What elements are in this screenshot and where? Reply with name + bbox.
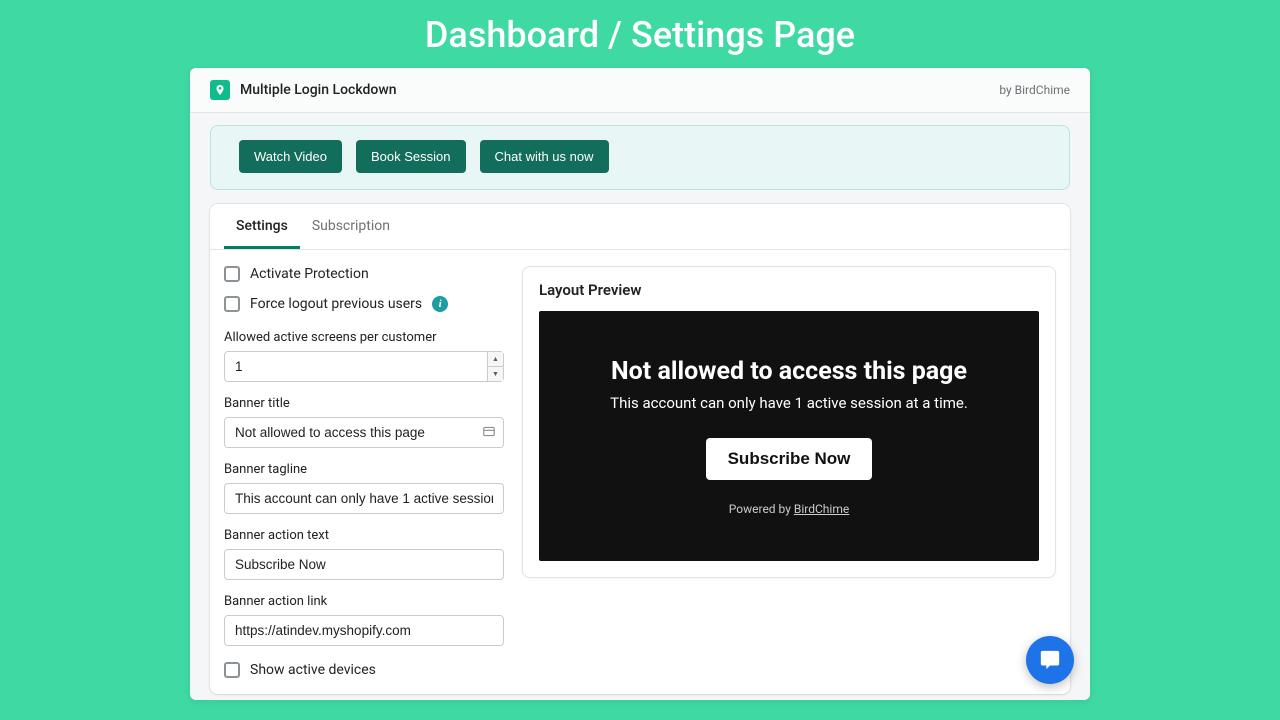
- banner-action-text-input[interactable]: [224, 549, 504, 580]
- tab-settings[interactable]: Settings: [224, 204, 300, 249]
- spinner-down-icon[interactable]: ▼: [488, 367, 503, 381]
- settings-card: Settings Subscription Activate Protectio…: [210, 204, 1070, 694]
- activate-protection-checkbox[interactable]: [224, 266, 240, 282]
- allowed-screens-label: Allowed active screens per customer: [224, 330, 504, 345]
- show-devices-checkbox[interactable]: [224, 662, 240, 678]
- info-icon[interactable]: i: [432, 296, 448, 312]
- activate-protection-label: Activate Protection: [250, 266, 369, 282]
- preview-subscribe-button[interactable]: Subscribe Now: [706, 438, 873, 480]
- banner-action-link-label: Banner action link: [224, 594, 504, 609]
- app-logo-icon: [210, 80, 230, 100]
- preview-screen: Not allowed to access this page This acc…: [539, 311, 1039, 561]
- chat-now-button[interactable]: Chat with us now: [480, 140, 609, 173]
- banner-action-text-label: Banner action text: [224, 528, 504, 543]
- preview-powered-by: Powered by BirdChime: [729, 502, 849, 516]
- layout-preview-title: Layout Preview: [539, 281, 1039, 299]
- tabs: Settings Subscription: [210, 204, 1070, 250]
- chat-widget-button[interactable]: [1026, 636, 1074, 684]
- banner-title-label: Banner title: [224, 396, 504, 411]
- app-window: Multiple Login Lockdown by BirdChime Wat…: [190, 68, 1090, 700]
- tab-subscription[interactable]: Subscription: [300, 204, 402, 249]
- app-title: Multiple Login Lockdown: [240, 82, 397, 98]
- app-header: Multiple Login Lockdown by BirdChime: [190, 68, 1090, 113]
- card-icon: [482, 423, 496, 442]
- layout-preview-card: Layout Preview Not allowed to access thi…: [522, 266, 1056, 578]
- help-banner: Watch Video Book Session Chat with us no…: [210, 125, 1070, 190]
- preview-subheading: This account can only have 1 active sess…: [610, 394, 968, 412]
- banner-title-input[interactable]: [224, 417, 504, 448]
- number-spinner[interactable]: ▲ ▼: [487, 352, 503, 381]
- preview-heading: Not allowed to access this page: [611, 357, 967, 386]
- page-title: Dashboard / Settings Page: [0, 0, 1280, 68]
- book-session-button[interactable]: Book Session: [356, 140, 466, 173]
- allowed-screens-input[interactable]: [224, 351, 504, 382]
- spinner-up-icon[interactable]: ▲: [488, 352, 503, 367]
- watch-video-button[interactable]: Watch Video: [239, 140, 342, 173]
- banner-tagline-input[interactable]: [224, 483, 504, 514]
- banner-action-link-input[interactable]: [224, 615, 504, 646]
- force-logout-checkbox[interactable]: [224, 296, 240, 312]
- force-logout-label: Force logout previous users: [250, 296, 422, 312]
- app-vendor: by BirdChime: [999, 83, 1070, 97]
- show-devices-label: Show active devices: [250, 662, 376, 678]
- banner-tagline-label: Banner tagline: [224, 462, 504, 477]
- preview-birdchime-link[interactable]: BirdChime: [794, 502, 849, 516]
